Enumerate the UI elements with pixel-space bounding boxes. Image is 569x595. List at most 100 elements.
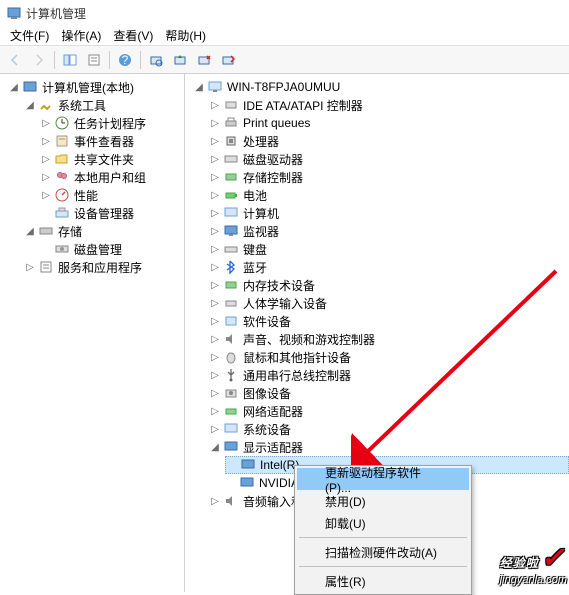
- svg-text:?: ?: [122, 53, 129, 67]
- toolbar-separator: [109, 51, 110, 69]
- expander-icon[interactable]: ▷: [209, 243, 221, 255]
- expander-icon[interactable]: ▷: [40, 189, 52, 201]
- cm-separator: [299, 537, 467, 538]
- tree-performance[interactable]: ▷ 性能: [40, 186, 184, 204]
- tree-sound[interactable]: ▷声音、视频和游戏控制器: [209, 330, 569, 348]
- disk-icon: [54, 241, 70, 257]
- tree-software-devices[interactable]: ▷软件设备: [209, 312, 569, 330]
- usb-icon: [223, 367, 239, 383]
- tree-device-manager[interactable]: ▷ 设备管理器: [40, 204, 184, 222]
- expander-icon[interactable]: ▷: [209, 423, 221, 435]
- expander-icon[interactable]: ▷: [209, 279, 221, 291]
- app-icon: [6, 5, 22, 21]
- update-driver-button[interactable]: [169, 49, 191, 71]
- left-tree-pane[interactable]: ◢ 计算机管理(本地) ◢ 系统工具 ▷ 任务计划程序: [0, 74, 185, 592]
- cm-uninstall[interactable]: 卸载(U): [297, 512, 469, 534]
- expander-icon[interactable]: ▷: [209, 495, 221, 507]
- tree-system-tools[interactable]: ◢ 系统工具: [24, 96, 184, 114]
- ide-icon: [223, 97, 239, 113]
- tree-imaging[interactable]: ▷图像设备: [209, 384, 569, 402]
- tree-storage-controllers[interactable]: ▷存储控制器: [209, 168, 569, 186]
- tree-keyboards[interactable]: ▷键盘: [209, 240, 569, 258]
- expander-icon[interactable]: ▷: [209, 153, 221, 165]
- tree-print-queues[interactable]: ▷Print queues: [209, 114, 569, 132]
- tree-mice[interactable]: ▷鼠标和其他指针设备: [209, 348, 569, 366]
- expander-icon[interactable]: ▷: [209, 117, 221, 129]
- expander-icon[interactable]: ▷: [209, 135, 221, 147]
- cm-scan[interactable]: 扫描检测硬件改动(A): [297, 541, 469, 563]
- tree-network[interactable]: ▷网络适配器: [209, 402, 569, 420]
- menu-help[interactable]: 帮助(H): [159, 25, 212, 46]
- expander-icon[interactable]: ◢: [8, 81, 20, 93]
- expander-icon[interactable]: ◢: [193, 81, 205, 93]
- expander-icon[interactable]: ▷: [209, 369, 221, 381]
- tree-display-adapters[interactable]: ◢ 显示适配器: [209, 438, 569, 456]
- tree-storage[interactable]: ◢ 存储: [24, 222, 184, 240]
- software-device-icon: [223, 313, 239, 329]
- cm-properties[interactable]: 属性(R): [297, 570, 469, 592]
- tree-batteries[interactable]: ▷电池: [209, 186, 569, 204]
- expander-icon[interactable]: ◢: [209, 441, 221, 453]
- expander-icon[interactable]: ▷: [209, 333, 221, 345]
- expander-icon[interactable]: ▷: [209, 99, 221, 111]
- computer-mgmt-icon: [22, 79, 38, 95]
- scan-hardware-button[interactable]: [145, 49, 167, 71]
- tree-disk-management[interactable]: ▷ 磁盘管理: [40, 240, 184, 258]
- clock-icon: [54, 115, 70, 131]
- device-manager-icon: [54, 205, 70, 221]
- expander-icon[interactable]: ▷: [209, 405, 221, 417]
- expander-icon[interactable]: ◢: [24, 225, 36, 237]
- expander-icon[interactable]: ▷: [40, 117, 52, 129]
- tree-usb[interactable]: ▷通用串行总线控制器: [209, 366, 569, 384]
- tree-system-devices[interactable]: ▷系统设备: [209, 420, 569, 438]
- menu-view[interactable]: 查看(V): [107, 25, 159, 46]
- show-hide-tree-button[interactable]: [59, 49, 81, 71]
- expander-icon[interactable]: ◢: [24, 99, 36, 111]
- battery-icon: [223, 187, 239, 203]
- performance-icon: [54, 187, 70, 203]
- help-button[interactable]: ?: [114, 49, 136, 71]
- expander-icon[interactable]: ▷: [209, 315, 221, 327]
- folder-share-icon: [54, 151, 70, 167]
- display-adapter-icon: [223, 439, 239, 455]
- users-icon: [54, 169, 70, 185]
- expander-icon[interactable]: ▷: [40, 153, 52, 165]
- tree-memory-tech[interactable]: ▷内存技术设备: [209, 276, 569, 294]
- expander-icon[interactable]: ▷: [209, 225, 221, 237]
- expander-icon[interactable]: ▷: [40, 171, 52, 183]
- imaging-icon: [223, 385, 239, 401]
- menu-file[interactable]: 文件(F): [4, 25, 55, 46]
- tree-hid[interactable]: ▷人体学输入设备: [209, 294, 569, 312]
- expander-icon[interactable]: ▷: [209, 207, 221, 219]
- expander-icon[interactable]: ▷: [209, 297, 221, 309]
- menu-action[interactable]: 操作(A): [55, 25, 107, 46]
- tree-monitors[interactable]: ▷监视器: [209, 222, 569, 240]
- expander-icon[interactable]: ▷: [209, 171, 221, 183]
- tree-root-local[interactable]: ◢ 计算机管理(本地): [8, 78, 184, 96]
- uninstall-button[interactable]: [193, 49, 215, 71]
- expander-icon[interactable]: ▷: [209, 261, 221, 273]
- expander-icon[interactable]: ▷: [209, 387, 221, 399]
- cm-update-driver[interactable]: 更新驱动程序软件(P)...: [297, 468, 469, 490]
- display-adapter-icon: [239, 475, 255, 491]
- expander-icon[interactable]: ▷: [209, 189, 221, 201]
- tree-disk-drives[interactable]: ▷磁盘驱动器: [209, 150, 569, 168]
- tree-processors[interactable]: ▷处理器: [209, 132, 569, 150]
- expander-icon[interactable]: ▷: [40, 135, 52, 147]
- tree-services[interactable]: ▷ 服务和应用程序: [24, 258, 184, 276]
- cpu-icon: [223, 133, 239, 149]
- tree-shared-folders[interactable]: ▷ 共享文件夹: [40, 150, 184, 168]
- tree-task-scheduler[interactable]: ▷ 任务计划程序: [40, 114, 184, 132]
- tree-local-users[interactable]: ▷ 本地用户和组: [40, 168, 184, 186]
- disable-button[interactable]: [217, 49, 239, 71]
- tree-ide[interactable]: ▷IDE ATA/ATAPI 控制器: [209, 96, 569, 114]
- services-icon: [38, 259, 54, 275]
- expander-icon[interactable]: ▷: [209, 351, 221, 363]
- tree-bluetooth[interactable]: ▷蓝牙: [209, 258, 569, 276]
- properties-button[interactable]: [83, 49, 105, 71]
- tree-computer-root[interactable]: ◢ WIN-T8FPJA0UMUU: [193, 78, 569, 96]
- expander-icon[interactable]: ▷: [24, 261, 36, 273]
- bluetooth-icon: [223, 259, 239, 275]
- tree-computer[interactable]: ▷计算机: [209, 204, 569, 222]
- tree-event-viewer[interactable]: ▷ 事件查看器: [40, 132, 184, 150]
